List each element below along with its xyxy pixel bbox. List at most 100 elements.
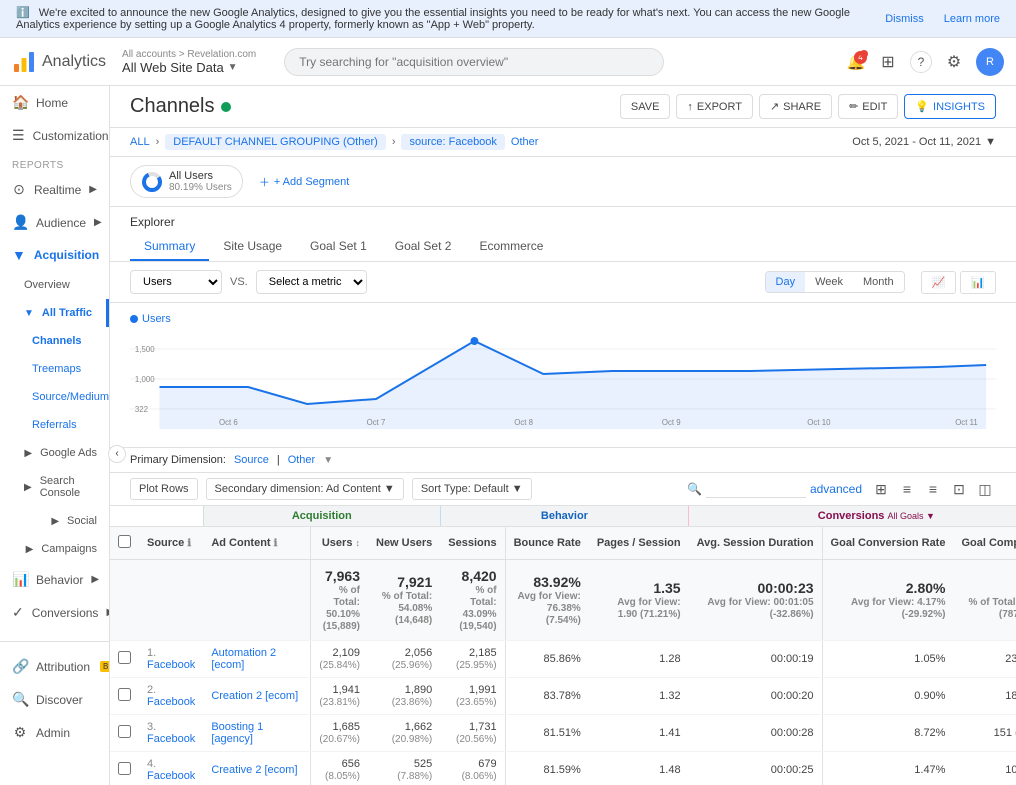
secondary-dimension-button[interactable]: Secondary dimension: Ad Content ▼ <box>206 478 404 500</box>
sidebar-item-discover[interactable]: 🔍 Discover <box>0 683 109 716</box>
pages-session-header[interactable]: Pages / Session <box>589 527 689 560</box>
month-button[interactable]: Month <box>853 272 904 292</box>
line-chart-button[interactable]: 📈 <box>921 271 957 294</box>
source-dimension-link[interactable]: Source <box>234 454 269 466</box>
ad-content-header[interactable]: Ad Content ℹ <box>203 527 311 560</box>
sidebar-item-source-medium[interactable]: Source/Medium <box>0 383 109 411</box>
dismiss-link[interactable]: Dismiss <box>885 13 924 25</box>
sidebar-item-audience[interactable]: 👤 Audience ▶ <box>0 206 109 239</box>
sidebar-item-conversions[interactable]: ✓ Conversions ▶ <box>0 596 109 629</box>
export-button[interactable]: ↑ EXPORT <box>676 94 753 119</box>
lifecycle-view-icon[interactable]: ◫ <box>974 478 996 500</box>
source-info-icon[interactable]: ℹ <box>187 538 191 549</box>
date-range-selector[interactable]: Oct 5, 2021 - Oct 11, 2021 ▼ <box>852 136 996 148</box>
behavior-group-header: Behavior <box>440 506 688 527</box>
tab-goal-set-2[interactable]: Goal Set 2 <box>381 233 466 261</box>
row-ad-content-text[interactable]: Boosting 1 [agency] <box>211 721 263 745</box>
tab-ecommerce[interactable]: Ecommerce <box>465 233 557 261</box>
day-button[interactable]: Day <box>766 272 806 292</box>
bar-chart-button[interactable]: 📊 <box>960 271 996 294</box>
users-header[interactable]: Users ↕ <box>311 527 368 560</box>
source-header[interactable]: Source ℹ <box>139 527 203 560</box>
row-checkbox[interactable] <box>118 688 131 701</box>
sidebar-item-attribution[interactable]: 🔗 Attribution BETA <box>0 650 109 683</box>
row-checkbox-cell[interactable] <box>110 678 139 715</box>
sidebar-item-referrals[interactable]: Referrals <box>0 411 109 439</box>
row-checkbox-cell[interactable] <box>110 715 139 752</box>
row-ad-content-text[interactable]: Creation 2 [ecom] <box>211 690 298 702</box>
ad-content-info-icon[interactable]: ℹ <box>274 538 278 549</box>
sidebar-item-home[interactable]: 🏠 Home <box>0 86 109 119</box>
row-checkbox-cell[interactable] <box>110 752 139 785</box>
sort-type-button[interactable]: Sort Type: Default ▼ <box>412 478 532 500</box>
sidebar-item-search-console[interactable]: ▶ Search Console <box>0 467 109 507</box>
other-dimension-link[interactable]: Other <box>288 454 316 466</box>
property-dropdown-icon[interactable]: ▼ <box>228 62 238 73</box>
row-source[interactable]: Facebook <box>147 733 195 745</box>
tab-goal-set-1[interactable]: Goal Set 1 <box>296 233 381 261</box>
notifications-icon[interactable]: 🔔 4 <box>846 52 866 72</box>
goal-completions-header[interactable]: Goal Completions <box>953 527 1016 560</box>
filter-all-link[interactable]: ALL <box>130 136 150 148</box>
row-ad-content-text[interactable]: Creative 2 [ecom] <box>211 764 297 776</box>
new-users-header[interactable]: New Users <box>368 527 440 560</box>
user-avatar[interactable]: R <box>976 48 1004 76</box>
goal-conv-rate-header[interactable]: Goal Conversion Rate <box>822 527 953 560</box>
row-ad-content-text[interactable]: Automation 2 [ecom] <box>211 647 276 671</box>
compare-metric-select[interactable]: Select a metric <box>256 270 367 294</box>
week-button[interactable]: Week <box>805 272 853 292</box>
sidebar-item-campaigns[interactable]: ▶ Campaigns <box>0 535 109 563</box>
sessions-header[interactable]: Sessions <box>440 527 505 560</box>
edit-button[interactable]: ✏ EDIT <box>838 94 898 119</box>
avg-session-header[interactable]: Avg. Session Duration <box>689 527 822 560</box>
advanced-link[interactable]: advanced <box>810 482 862 496</box>
comparison-view-icon[interactable]: ≡ <box>922 478 944 500</box>
insights-button[interactable]: 💡 INSIGHTS <box>904 94 996 119</box>
search-input[interactable] <box>284 48 664 76</box>
row-source[interactable]: Facebook <box>147 696 195 708</box>
row-source[interactable]: Facebook <box>147 659 195 671</box>
sidebar-item-acquisition[interactable]: ▼ Acquisition <box>0 239 109 271</box>
filter-source[interactable]: source: Facebook <box>401 134 504 150</box>
breadcrumb-property[interactable]: All accounts > Revelation.com All Web Si… <box>122 49 256 75</box>
apps-grid-icon[interactable]: ⊞ <box>878 52 898 72</box>
tab-summary[interactable]: Summary <box>130 233 209 261</box>
other-dimension-dropdown-icon[interactable]: ▼ <box>323 455 333 466</box>
help-icon[interactable]: ? <box>910 51 932 73</box>
sidebar-item-overview[interactable]: Overview <box>0 271 109 299</box>
sidebar-item-social[interactable]: ▶ Social <box>0 507 109 535</box>
sidebar-item-google-ads[interactable]: ▶ Google Ads <box>0 439 109 467</box>
pivot-view-icon[interactable]: ⊡ <box>948 478 970 500</box>
select-all-checkbox[interactable] <box>118 535 131 548</box>
plot-rows-button[interactable]: Plot Rows <box>130 478 198 500</box>
row-checkbox[interactable] <box>118 762 131 775</box>
select-all-header[interactable] <box>110 527 139 560</box>
bounce-rate-header[interactable]: Bounce Rate <box>505 527 589 560</box>
row-checkbox[interactable] <box>118 651 131 664</box>
sidebar-item-behavior[interactable]: 📊 Behavior ▶ <box>0 563 109 596</box>
filter-other[interactable]: Other <box>511 136 539 148</box>
save-button[interactable]: SAVE <box>620 94 671 119</box>
sidebar-item-channels[interactable]: Channels <box>0 327 109 355</box>
sidebar-item-realtime[interactable]: ⊙ Realtime ▶ <box>0 173 109 206</box>
share-button[interactable]: ↗ SHARE <box>759 94 832 119</box>
sidebar-item-customization[interactable]: ☰ Customization <box>0 119 109 152</box>
performance-view-icon[interactable]: ≡ <box>896 478 918 500</box>
sidebar-item-all-traffic[interactable]: ▼ All Traffic <box>0 299 109 327</box>
settings-icon[interactable]: ⚙ <box>944 52 964 72</box>
row-checkbox-cell[interactable] <box>110 641 139 678</box>
tab-site-usage[interactable]: Site Usage <box>209 233 296 261</box>
row-bounce-rate: 81.59% <box>505 752 589 785</box>
all-users-segment[interactable]: All Users 80.19% Users <box>130 165 243 198</box>
learn-more-link[interactable]: Learn more <box>944 13 1000 25</box>
row-checkbox[interactable] <box>118 725 131 738</box>
metric-select[interactable]: Users Sessions New Users <box>130 270 222 294</box>
table-search-input[interactable] <box>706 481 806 498</box>
row-source[interactable]: Facebook <box>147 770 195 782</box>
add-segment-button[interactable]: ＋ + Add Segment <box>259 174 350 190</box>
property-selector[interactable]: All Web Site Data ▼ <box>122 60 256 75</box>
filter-default-channel[interactable]: DEFAULT CHANNEL GROUPING (Other) <box>165 134 386 150</box>
table-view-icon[interactable]: ⊞ <box>870 478 892 500</box>
sidebar-item-treemaps[interactable]: Treemaps <box>0 355 109 383</box>
sidebar-item-admin[interactable]: ⚙ Admin <box>0 716 109 749</box>
